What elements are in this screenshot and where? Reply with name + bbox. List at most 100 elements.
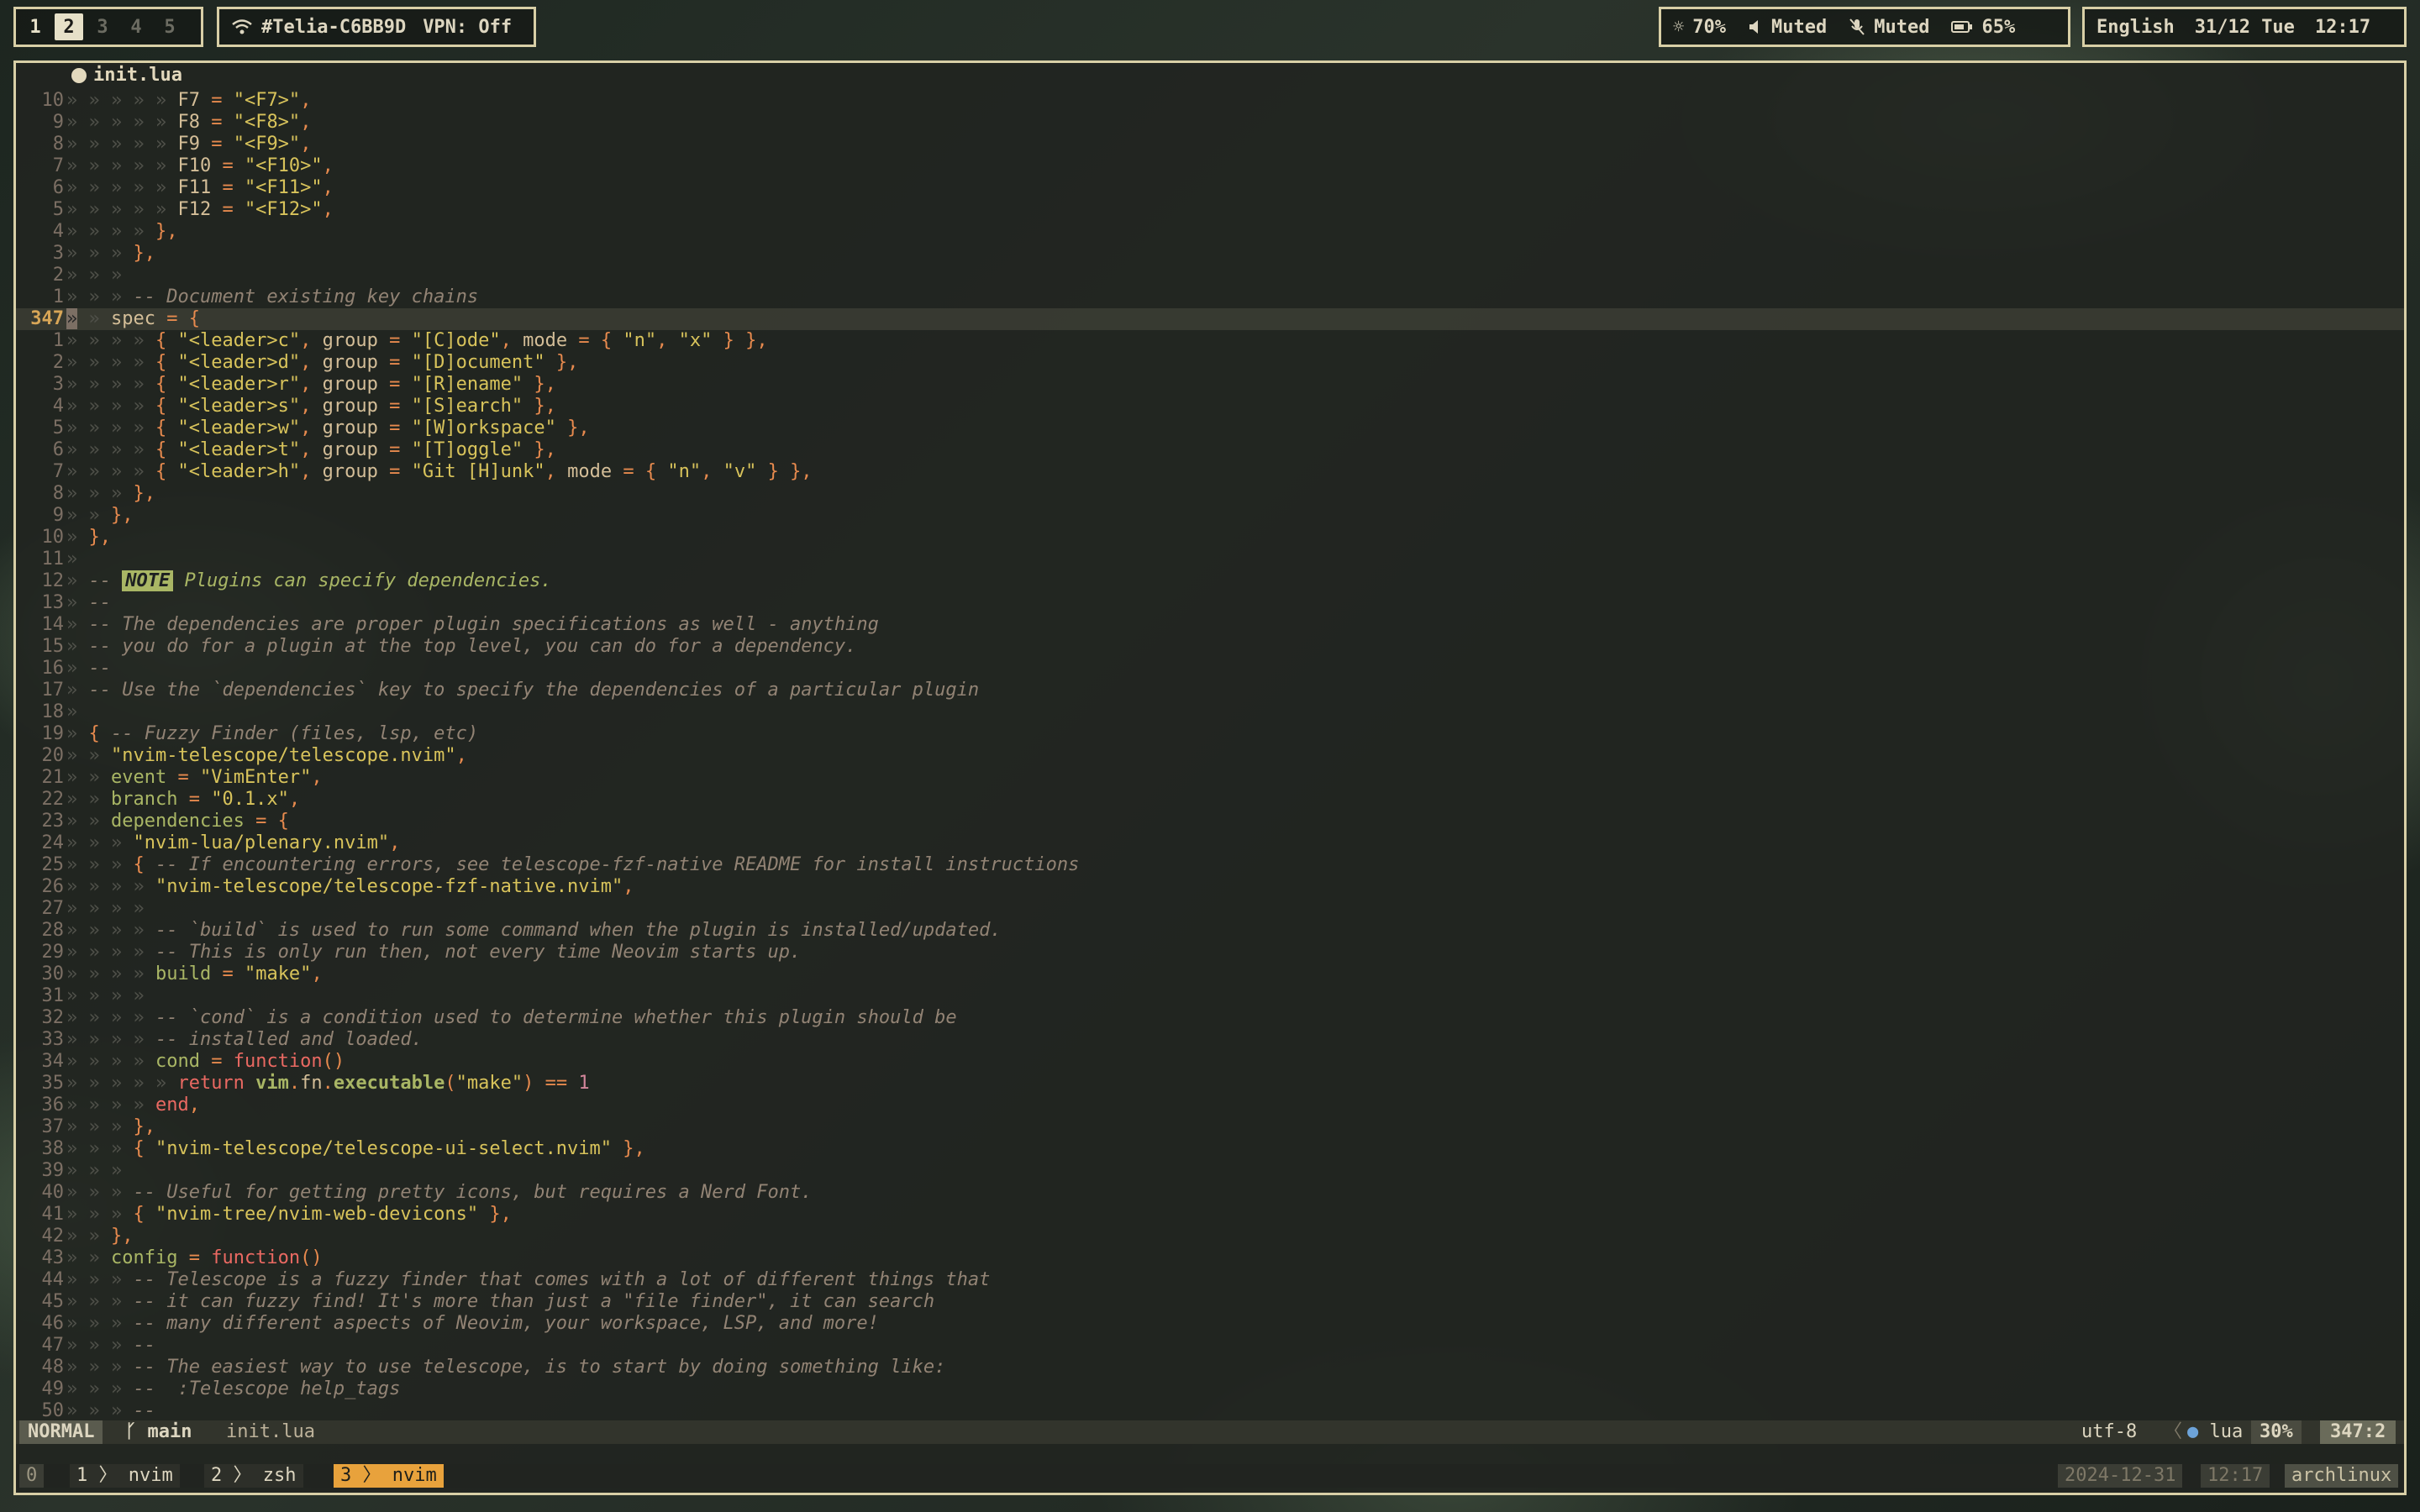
line-text: » » » » "nvim-telescope/telescope-fzf-na… xyxy=(66,875,634,897)
line-text: » » » » xyxy=(66,897,145,919)
code-line: 39» » » xyxy=(16,1160,2404,1182)
code-line: 21» » event = "VimEnter", xyxy=(16,767,2404,789)
code-line: 6» » » » { "<leader>t", group = "[T]oggl… xyxy=(16,439,2404,461)
wifi-widget[interactable]: #Telia-C6BB9D xyxy=(231,17,406,38)
tmux-window-index: 3 xyxy=(340,1465,352,1486)
workspace-1[interactable]: 1 xyxy=(21,13,50,40)
line-number: 17 xyxy=(41,679,65,701)
line-number: 30 xyxy=(41,963,65,984)
line-text: » » » » { "<leader>d", group = "[D]ocume… xyxy=(66,351,579,373)
code-line: 4» » » » }, xyxy=(16,221,2404,243)
workspace-2[interactable]: 2 xyxy=(55,13,83,40)
terminal-window[interactable]: init.lua 10» » » » » F7 = "<F7>", 9» » »… xyxy=(13,60,2407,1495)
line-text: » » }, xyxy=(66,504,134,526)
line-number: 4 xyxy=(52,220,64,242)
line-text: » » » » build = "make", xyxy=(66,963,323,984)
line-text: » » » }, xyxy=(66,482,155,504)
mic-widget[interactable]: Muted xyxy=(1849,17,1929,38)
encoding-label: utf-8 xyxy=(2081,1421,2138,1442)
volume-value: Muted xyxy=(1771,16,1828,38)
code-line: 40» » » -- Useful for getting pretty ico… xyxy=(16,1182,2404,1204)
buffer-tab-init-lua[interactable]: init.lua xyxy=(71,65,182,87)
lua-icon: ● xyxy=(2187,1421,2199,1442)
code-line: 49» » » -- :Telescope help_tags xyxy=(16,1378,2404,1400)
code-line: 7» » » » { "<leader>h", group = "Git [H]… xyxy=(16,461,2404,483)
code-line: 1» » » » { "<leader>c", group = "[C]ode"… xyxy=(16,330,2404,352)
code-line: 22» » branch = "0.1.x", xyxy=(16,789,2404,811)
line-text: » » "nvim-telescope/telescope.nvim", xyxy=(66,744,467,766)
tmux-window-2[interactable]: 2 〉 zsh xyxy=(204,1464,303,1488)
buffer-tab-label: init.lua xyxy=(93,65,182,86)
line-text: » » » -- Useful for getting pretty icons… xyxy=(66,1181,813,1203)
code-line: 29» » » » -- This is only run then, not … xyxy=(16,942,2404,963)
line-text: » » » » » return vim.fn.executable("make… xyxy=(66,1072,590,1094)
line-number: 5 xyxy=(52,417,64,438)
line-number: 39 xyxy=(41,1159,65,1181)
keyboard-layout[interactable]: English xyxy=(2096,17,2175,38)
code-line: 9» » » » » F8 = "<F8>", xyxy=(16,112,2404,134)
line-number: 6 xyxy=(52,438,64,460)
line-text: » -- xyxy=(66,657,111,679)
code-line: 7» » » » » F10 = "<F10>", xyxy=(16,155,2404,177)
code-line: 32» » » » -- `cond` is a condition used … xyxy=(16,1007,2404,1029)
line-number: 9 xyxy=(52,504,64,526)
workspace-4[interactable]: 4 xyxy=(122,13,150,40)
line-text: » » branch = "0.1.x", xyxy=(66,788,301,810)
line-number: 49 xyxy=(41,1378,65,1399)
code-line: 17» -- Use the `dependencies` key to spe… xyxy=(16,680,2404,701)
line-number: 23 xyxy=(41,810,65,832)
line-number: 4 xyxy=(52,395,64,417)
lua-icon xyxy=(71,68,87,83)
line-number: 31 xyxy=(41,984,65,1006)
code-line: 2» » » » { "<leader>d", group = "[D]ocum… xyxy=(16,352,2404,374)
vpn-status[interactable]: VPN: Off xyxy=(423,17,512,38)
code-line: 11» xyxy=(16,549,2404,570)
cursor-position: 347:2 xyxy=(2320,1420,2396,1444)
line-text: » » » » » F10 = "<F10>", xyxy=(66,155,334,176)
code-line: 6» » » » » F11 = "<F11>", xyxy=(16,177,2404,199)
workspace-3[interactable]: 3 xyxy=(88,13,117,40)
line-text: » » spec = { xyxy=(66,307,200,329)
line-number: 24 xyxy=(41,832,65,853)
code-line: 28» » » » -- `build` is used to run some… xyxy=(16,920,2404,942)
code-line: 15» -- you do for a plugin at the top le… xyxy=(16,636,2404,658)
code-line: 35» » » » » return vim.fn.executable("ma… xyxy=(16,1073,2404,1095)
code-line: 12» -- NOTE Plugins can specify dependen… xyxy=(16,570,2404,592)
line-text: » » » xyxy=(66,1159,123,1181)
code-line: 8» » » » » F9 = "<F9>", xyxy=(16,134,2404,155)
line-number: 25 xyxy=(41,853,65,875)
line-text: » » » { -- If encountering errors, see t… xyxy=(66,853,1080,875)
line-text: » » » { "nvim-telescope/telescope-ui-sel… xyxy=(66,1137,645,1159)
mic-muted-icon xyxy=(1849,18,1865,35)
wifi-name: #Telia-C6BB9D xyxy=(261,16,407,38)
tmux-window-1[interactable]: 1 〉 nvim xyxy=(70,1464,180,1488)
line-number: 36 xyxy=(41,1094,65,1116)
line-number: 20 xyxy=(41,744,65,766)
line-number: 1 xyxy=(52,329,64,351)
code-line: 3» » » » { "<leader>r", group = "[R]enam… xyxy=(16,374,2404,396)
brightness-widget[interactable]: ☼ 70% xyxy=(1673,17,1726,38)
line-text: » -- you do for a plugin at the top leve… xyxy=(66,635,857,657)
line-number: 37 xyxy=(41,1116,65,1137)
wifi-icon xyxy=(232,19,252,34)
line-number: 22 xyxy=(41,788,65,810)
battery-value: 65% xyxy=(1981,16,2016,38)
volume-widget[interactable]: Muted xyxy=(1748,17,1827,38)
code-line: 5» » » » { "<leader>w", group = "[W]orks… xyxy=(16,417,2404,439)
tmux-window-name: zsh xyxy=(262,1465,297,1486)
battery-widget[interactable]: 65% xyxy=(1951,17,2015,38)
line-text: » » event = "VimEnter", xyxy=(66,766,323,788)
tmux-window-3-active[interactable]: 3 〉 nvim xyxy=(334,1464,444,1488)
filetype: ● lua xyxy=(2187,1420,2243,1444)
line-text: » » » xyxy=(66,264,123,286)
line-text: » » » }, xyxy=(66,242,155,264)
workspace-5[interactable]: 5 xyxy=(155,13,184,40)
line-number: 7 xyxy=(52,460,64,482)
line-text: » }, xyxy=(66,526,111,548)
code-line: 9» » }, xyxy=(16,505,2404,527)
code-line: 25» » » { -- If encountering errors, see… xyxy=(16,854,2404,876)
code-line: 14» -- The dependencies are proper plugi… xyxy=(16,614,2404,636)
code-area[interactable]: 10» » » » » F7 = "<F7>", 9» » » » » F8 =… xyxy=(16,90,2404,1422)
code-line: 13» -- xyxy=(16,592,2404,614)
time-label: 12:17 xyxy=(2314,16,2371,38)
